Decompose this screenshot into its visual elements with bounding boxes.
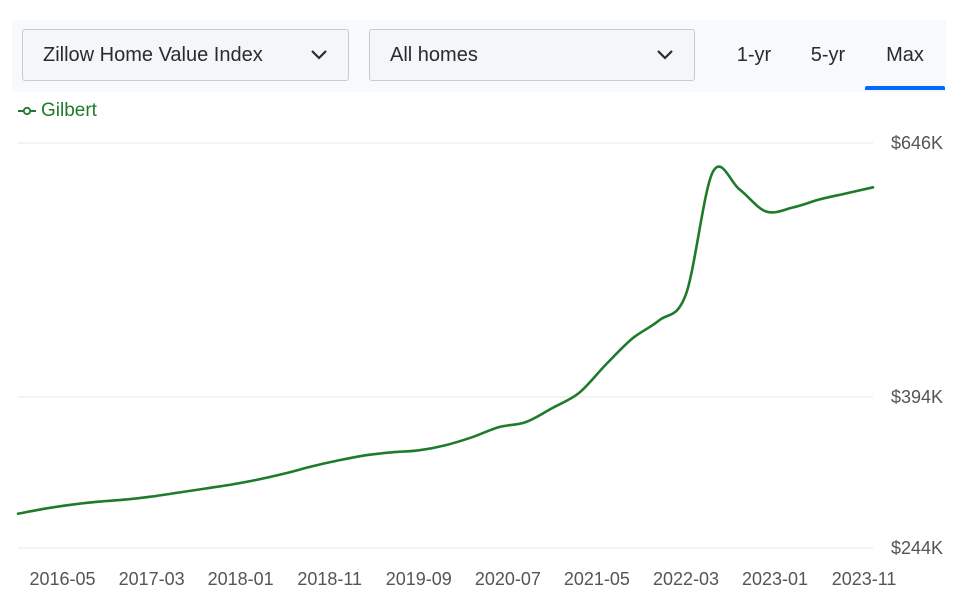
x-tick-label: 2023-11 xyxy=(832,569,897,589)
x-tick-label: 2021-05 xyxy=(564,569,630,589)
line-chart: $646K $394K $244K 2016-05 2017-03 2018-01 201… xyxy=(16,133,943,589)
x-tick-label: 2017-03 xyxy=(119,569,185,589)
x-tick-label: 2019-09 xyxy=(386,569,452,589)
x-tick-label: 2016-05 xyxy=(30,569,96,589)
y-tick-label: $646K xyxy=(891,133,943,153)
y-tick-label: $244K xyxy=(891,538,943,558)
y-tick-label: $394K xyxy=(891,387,943,407)
x-tick-label: 2020-07 xyxy=(475,569,541,589)
x-tick-label: 2023-01 xyxy=(742,569,808,589)
x-tick-label: 2018-11 xyxy=(297,569,362,589)
series-line-gilbert xyxy=(16,165,875,515)
x-tick-label: 2022-03 xyxy=(653,569,719,589)
x-tick-label: 2018-01 xyxy=(208,569,274,589)
